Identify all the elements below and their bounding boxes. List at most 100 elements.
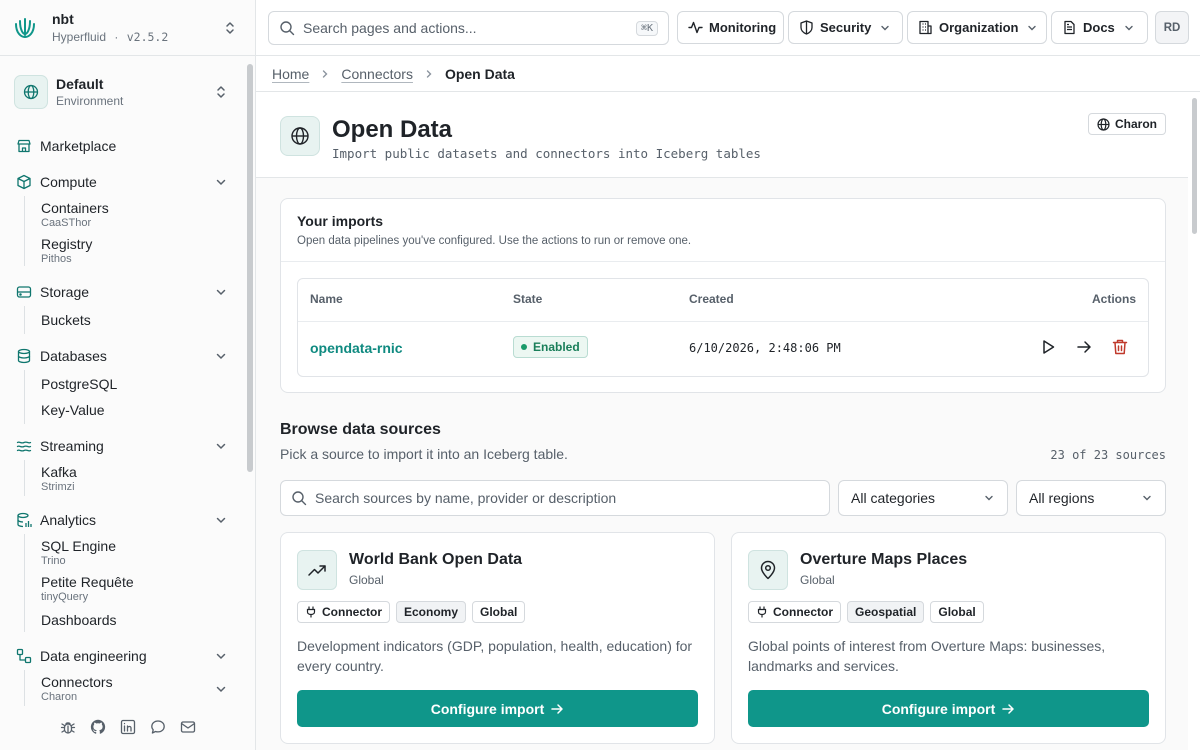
source-title: World Bank Open Data: [349, 551, 523, 568]
app-switcher[interactable]: nbt Hyperfluid · v2.5.2: [0, 0, 255, 56]
sidebar-item-marketplace[interactable]: Marketplace: [16, 134, 232, 158]
map-pin-icon: [748, 550, 788, 590]
sidebar-item-label: Data engineering: [40, 648, 147, 664]
hard-drive-icon: [16, 284, 32, 300]
import-name-link[interactable]: opendata-rnic: [310, 340, 403, 356]
sidebar-item-label: Compute: [40, 174, 97, 190]
charon-badge-label: Charon: [1115, 117, 1157, 131]
play-icon[interactable]: [1039, 338, 1057, 356]
source-region: Global: [800, 573, 835, 587]
sidebar-item-caption: Trino: [41, 555, 66, 567]
sidebar-item-key-value[interactable]: Key-Value: [41, 402, 105, 418]
sidebar-item-buckets[interactable]: Buckets: [41, 312, 91, 328]
sidebar-item-sql-engine[interactable]: SQL Engine Trino: [41, 538, 116, 567]
global-search[interactable]: ⌘K: [268, 11, 669, 45]
docs-label: Docs: [1083, 20, 1115, 35]
app-version: v2.5.2: [126, 30, 169, 44]
source-search[interactable]: [280, 480, 830, 516]
sidebar-item-streaming[interactable]: Streaming: [16, 434, 232, 458]
chevron-down-icon[interactable]: [214, 682, 228, 696]
user-avatar[interactable]: RD: [1155, 11, 1189, 44]
arrow-right-icon: [1001, 702, 1015, 716]
plug-icon: [756, 606, 768, 618]
sidebar-item-compute[interactable]: Compute: [16, 170, 232, 194]
chevrons-up-down-icon: [223, 21, 237, 35]
sidebar-item-petite-requete[interactable]: Petite Requête tinyQuery: [41, 574, 134, 603]
globe-icon: [1097, 117, 1110, 131]
sidebar-item-connectors[interactable]: Connectors Charon: [41, 674, 231, 703]
sidebar-item-label: Analytics: [40, 512, 97, 528]
arrow-right-icon: [550, 702, 564, 716]
column-header-state: State: [513, 292, 543, 306]
sidebar-scrollbar[interactable]: [247, 64, 253, 472]
table-divider: [298, 321, 1148, 322]
region-filter-value: All regions: [1029, 490, 1095, 506]
trash-icon[interactable]: [1111, 338, 1129, 356]
sidebar-item-dashboards[interactable]: Dashboards: [41, 612, 117, 628]
nav-tree-line: [24, 534, 25, 632]
sources-count: 23 of 23 sources: [1050, 448, 1166, 462]
nav-tree-line: [24, 670, 25, 706]
sidebar-item-databases[interactable]: Databases: [16, 344, 232, 368]
org-name: Hyperfluid: [52, 30, 107, 44]
environment-switcher[interactable]: Default Environment: [14, 74, 240, 110]
workflow-icon: [16, 648, 32, 664]
tag-connector: Connector: [297, 601, 390, 623]
imports-subtitle: Open data pipelines you've configured. U…: [297, 235, 692, 247]
activity-icon: [688, 20, 703, 35]
status-dot: [521, 344, 527, 350]
sidebar-item-label: PostgreSQL: [41, 376, 118, 392]
sidebar-item-kafka[interactable]: Kafka Strimzi: [41, 464, 77, 493]
browse-subtitle: Pick a source to import it into an Icebe…: [280, 446, 568, 462]
sidebar-item-containers[interactable]: Containers CaaSThor: [41, 200, 109, 229]
database-icon: [16, 348, 32, 364]
chevron-right-icon: [423, 68, 435, 80]
main-scrollbar[interactable]: [1192, 98, 1197, 234]
sidebar-item-label: Databases: [40, 348, 107, 364]
monitoring-label: Monitoring: [709, 20, 777, 35]
source-region: Global: [349, 573, 384, 587]
sidebar-item-analytics[interactable]: Analytics: [16, 508, 232, 532]
sidebar-item-label: Dashboards: [41, 612, 117, 628]
globe-icon: [14, 75, 48, 109]
chevron-down-icon: [879, 22, 891, 34]
linkedin-icon[interactable]: [120, 719, 136, 735]
chevron-down-icon: [214, 285, 228, 299]
sidebar-item-caption: Charon: [41, 691, 78, 703]
store-icon: [16, 138, 32, 154]
sidebar-item-postgresql[interactable]: PostgreSQL: [41, 376, 117, 392]
tag-region: Global: [930, 601, 984, 623]
github-icon[interactable]: [90, 719, 106, 735]
configure-import-button[interactable]: Configure import: [297, 690, 698, 727]
nav-tree-line: [24, 196, 25, 266]
arrow-right-icon[interactable]: [1075, 338, 1093, 356]
category-filter[interactable]: All categories: [838, 480, 1008, 516]
trending-up-icon: [297, 550, 337, 590]
shield-icon: [799, 20, 814, 35]
charon-badge[interactable]: Charon: [1088, 113, 1166, 135]
sidebar-item-label: Kafka: [41, 464, 77, 480]
bug-icon[interactable]: [60, 719, 76, 735]
breadcrumb-home[interactable]: Home: [272, 66, 309, 82]
chevron-down-icon: [214, 439, 228, 453]
breadcrumb-connectors[interactable]: Connectors: [341, 66, 413, 82]
app-name: nbt: [52, 11, 74, 27]
source-search-input[interactable]: [315, 490, 819, 506]
organization-menu[interactable]: Organization: [907, 11, 1047, 44]
column-header-created: Created: [689, 292, 734, 306]
region-filter[interactable]: All regions: [1016, 480, 1166, 516]
environment-label: Environment: [56, 94, 124, 108]
mail-icon[interactable]: [180, 719, 196, 735]
docs-menu[interactable]: Docs: [1051, 11, 1148, 44]
configure-import-button[interactable]: Configure import: [748, 690, 1149, 727]
sidebar-item-data-engineering[interactable]: Data engineering: [16, 644, 232, 668]
security-menu[interactable]: Security: [788, 11, 903, 44]
source-tags: Connector Geospatial Global: [748, 601, 984, 623]
sidebar-item-registry[interactable]: Registry Pithos: [41, 236, 92, 265]
global-search-input[interactable]: [303, 20, 636, 36]
monitoring-button[interactable]: Monitoring: [677, 11, 784, 44]
sidebar-item-storage[interactable]: Storage: [16, 280, 232, 304]
breadcrumb-current: Open Data: [444, 66, 515, 82]
main-content: Open Data Import public datasets and con…: [256, 92, 1188, 750]
chat-icon[interactable]: [150, 719, 166, 735]
